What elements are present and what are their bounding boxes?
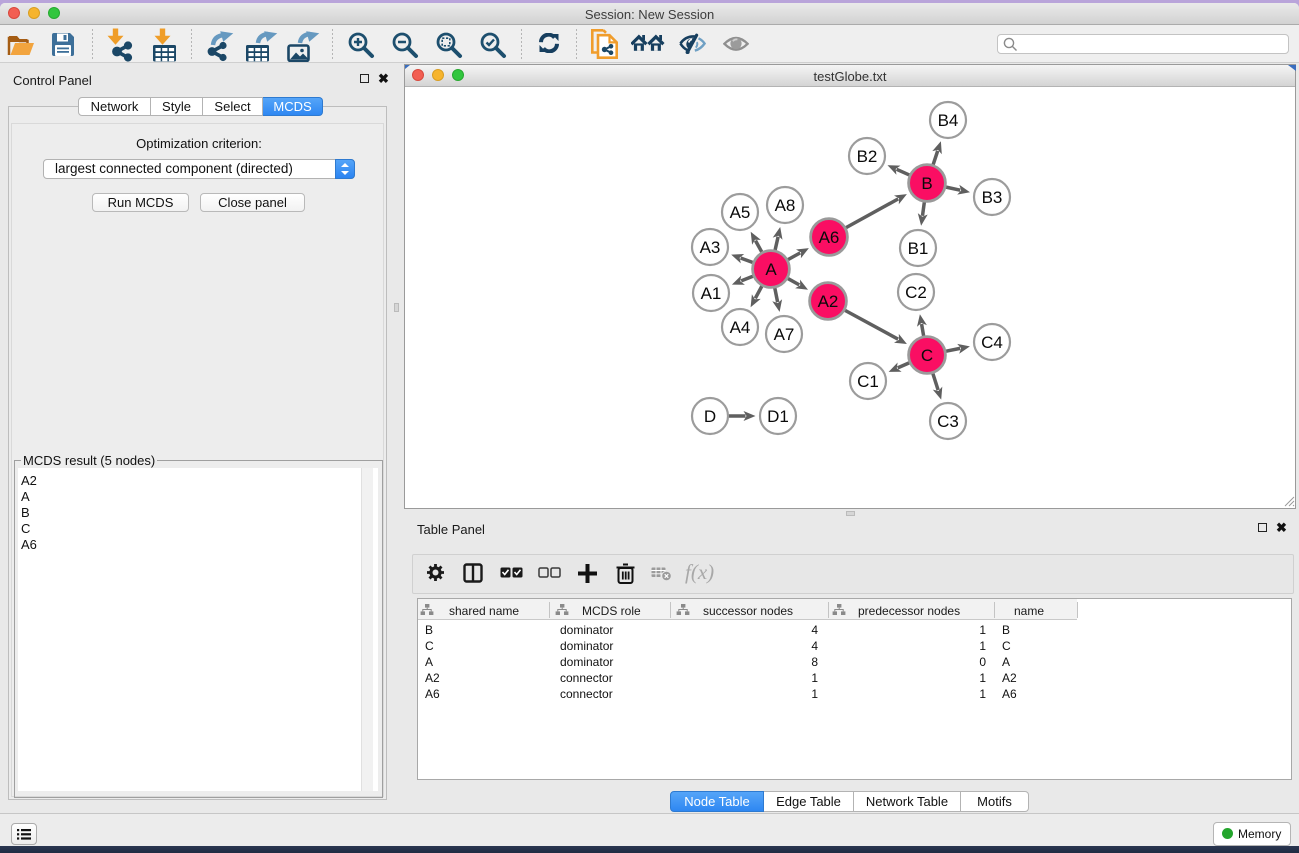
svg-text:C4: C4 xyxy=(981,333,1003,352)
svg-text:D1: D1 xyxy=(767,407,789,426)
svg-text:A5: A5 xyxy=(730,203,751,222)
svg-text:B2: B2 xyxy=(857,147,878,166)
svg-text:A4: A4 xyxy=(730,318,751,337)
svg-text:A7: A7 xyxy=(774,325,795,344)
svg-text:A: A xyxy=(765,260,777,279)
svg-text:A1: A1 xyxy=(701,284,722,303)
svg-text:B3: B3 xyxy=(982,188,1003,207)
svg-text:C3: C3 xyxy=(937,412,959,431)
svg-text:B1: B1 xyxy=(908,239,929,258)
svg-text:C: C xyxy=(921,346,933,365)
svg-text:A3: A3 xyxy=(700,238,721,257)
svg-text:C2: C2 xyxy=(905,283,927,302)
svg-text:A6: A6 xyxy=(819,228,840,247)
svg-text:B4: B4 xyxy=(938,111,959,130)
svg-text:D: D xyxy=(704,407,716,426)
svg-text:C1: C1 xyxy=(857,372,879,391)
svg-text:A2: A2 xyxy=(818,292,839,311)
svg-text:A8: A8 xyxy=(775,196,796,215)
svg-text:B: B xyxy=(921,174,932,193)
